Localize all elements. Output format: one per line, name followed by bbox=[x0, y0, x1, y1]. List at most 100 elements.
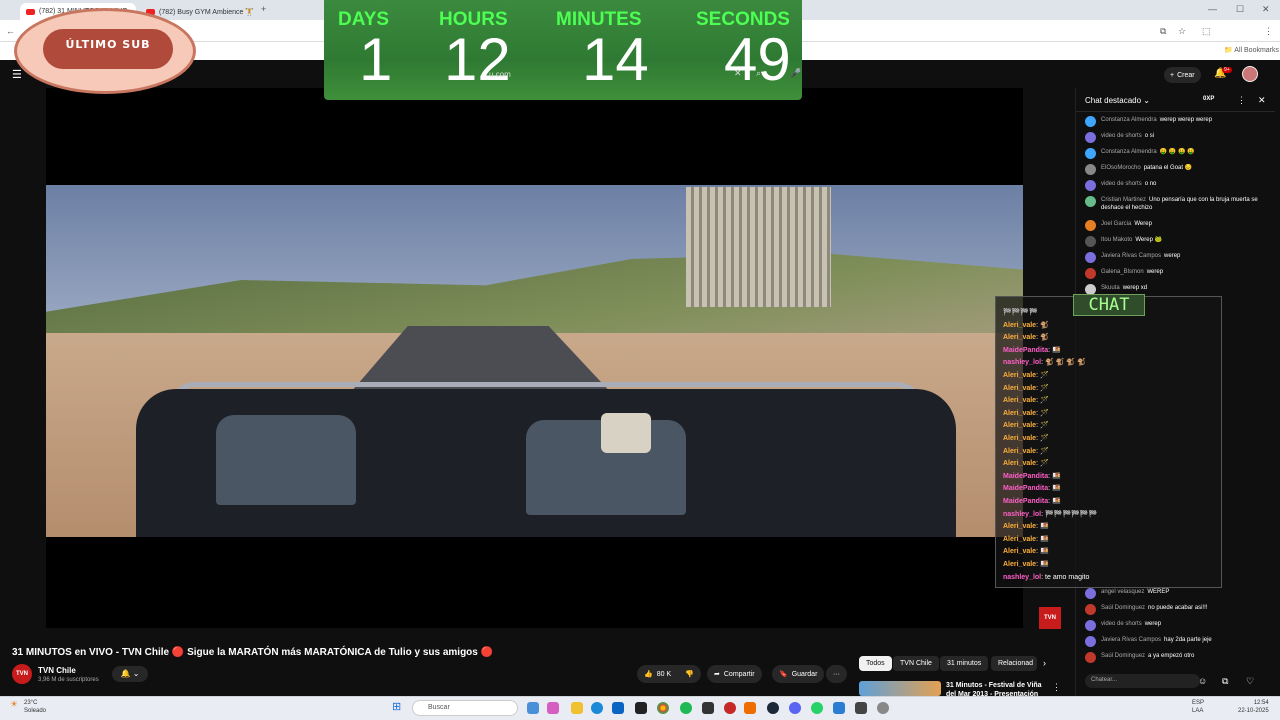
search-icon[interactable]: ⌕ bbox=[756, 68, 761, 79]
avatar[interactable] bbox=[1085, 652, 1096, 663]
chat-author[interactable]: Galena_Blsmon bbox=[1101, 269, 1144, 275]
clear-search-icon[interactable]: ✕ bbox=[734, 68, 742, 79]
close-icon[interactable]: ✕ bbox=[1258, 95, 1266, 106]
chat-author[interactable]: video de shorts bbox=[1101, 621, 1142, 627]
avatar[interactable] bbox=[1085, 196, 1096, 207]
copilot-icon[interactable] bbox=[547, 702, 559, 714]
steam-icon[interactable] bbox=[767, 702, 779, 714]
outlook-icon[interactable] bbox=[612, 702, 624, 714]
chat-author[interactable]: Itou Makoto bbox=[1101, 237, 1132, 243]
chevron-right-icon[interactable]: › bbox=[1043, 658, 1046, 668]
system-clock[interactable]: 12:54 22-10-2025 bbox=[1238, 699, 1269, 715]
chat-message[interactable]: Saúl Dominguez a ya empezó otro bbox=[1085, 652, 1270, 663]
avatar[interactable] bbox=[1085, 268, 1096, 279]
chat-message[interactable]: Javiera Rivas Campos werep bbox=[1085, 252, 1270, 263]
obs-icon[interactable] bbox=[724, 702, 736, 714]
avatar[interactable] bbox=[1085, 180, 1096, 191]
all-bookmarks-button[interactable]: 📁 All Bookmarks bbox=[1224, 46, 1279, 54]
star-icon[interactable]: ☆ bbox=[1178, 26, 1186, 37]
chat-message[interactable]: Itou Makoto Werep 🐸 bbox=[1085, 236, 1270, 247]
chat-message[interactable]: Joel Garcia Werep bbox=[1085, 220, 1270, 231]
chat-author[interactable]: Cristian Martinez bbox=[1101, 197, 1146, 203]
mic-icon[interactable]: 🎤 bbox=[790, 68, 801, 79]
extensions-icon[interactable]: ⬚ bbox=[1202, 26, 1211, 37]
terminal-icon[interactable] bbox=[702, 702, 714, 714]
chat-author[interactable]: ElOsoMorocho bbox=[1101, 165, 1141, 171]
avatar[interactable] bbox=[1085, 252, 1096, 263]
chat-input[interactable]: Chatear... bbox=[1085, 674, 1200, 688]
chat-author[interactable]: Saúl Dominguez bbox=[1101, 605, 1145, 611]
save-button[interactable]: 🔖 Guardar bbox=[772, 665, 825, 683]
chat-author[interactable]: Javiera Rivas Campos bbox=[1101, 637, 1161, 643]
maximize-icon[interactable]: ☐ bbox=[1236, 4, 1244, 15]
settings-icon[interactable] bbox=[877, 702, 889, 714]
taskbar-search[interactable]: Buscar bbox=[412, 700, 518, 716]
chat-message[interactable]: Constanza Almendra werep werep werep bbox=[1085, 116, 1270, 127]
subscription-bell-button[interactable]: 🔔 ⌄ bbox=[112, 666, 148, 682]
avatar[interactable] bbox=[1085, 148, 1096, 159]
discord-icon[interactable] bbox=[789, 702, 801, 714]
spotify-icon[interactable] bbox=[680, 702, 692, 714]
chip-related[interactable]: Relacionad bbox=[991, 656, 1037, 671]
chat-message[interactable]: video de shorts o no bbox=[1085, 180, 1270, 191]
avatar[interactable] bbox=[1085, 236, 1096, 247]
supers-icon[interactable]: ⧉ bbox=[1222, 676, 1228, 687]
file-explorer-icon[interactable] bbox=[571, 702, 583, 714]
avatar[interactable] bbox=[1085, 220, 1096, 231]
back-icon[interactable]: ← bbox=[6, 26, 15, 36]
chat-message[interactable]: video de shorts o si bbox=[1085, 132, 1270, 143]
xp-badge[interactable]: 0XP bbox=[1203, 96, 1214, 102]
avatar[interactable] bbox=[1085, 116, 1096, 127]
recommended-thumbnail[interactable] bbox=[859, 681, 941, 696]
chat-message[interactable]: ElOsoMorocho patana el Goat 😔 bbox=[1085, 164, 1270, 175]
avatar[interactable] bbox=[1085, 164, 1096, 175]
channel-avatar[interactable]: TVN bbox=[12, 664, 32, 684]
chat-message[interactable]: video de shorts werep bbox=[1085, 620, 1270, 631]
word-icon[interactable] bbox=[833, 702, 845, 714]
chat-author[interactable]: Skuuta bbox=[1101, 285, 1120, 291]
chat-author[interactable]: Saúl Dominguez bbox=[1101, 653, 1145, 659]
chat-mode-dropdown[interactable]: Chat destacado ⌄ bbox=[1085, 96, 1150, 105]
app-active-icon[interactable] bbox=[744, 702, 756, 714]
chat-author[interactable]: angel velasquez bbox=[1101, 589, 1144, 595]
chat-author[interactable]: Joel Garcia bbox=[1101, 221, 1131, 227]
chat-author[interactable]: Javiera Rivas Campos bbox=[1101, 253, 1161, 259]
start-menu-icon[interactable]: ⊞ bbox=[392, 700, 401, 713]
chat-message[interactable]: Galena_Blsmon werep bbox=[1085, 268, 1270, 279]
whatsapp-icon[interactable] bbox=[811, 702, 823, 714]
edge-icon[interactable] bbox=[591, 702, 603, 714]
emoji-icon[interactable]: ☺ bbox=[1198, 676, 1207, 686]
chat-message[interactable]: Saúl Dominguez no puede acabar asi!!! bbox=[1085, 604, 1270, 615]
more-icon[interactable]: ⋮ bbox=[1052, 682, 1061, 693]
language-indicator[interactable]: ESP LAA bbox=[1192, 699, 1204, 715]
more-icon[interactable]: ⋮ bbox=[1237, 95, 1246, 106]
new-tab-button[interactable]: + bbox=[261, 4, 266, 14]
hamburger-menu-icon[interactable]: ☰ bbox=[12, 68, 22, 81]
avatar[interactable] bbox=[1085, 604, 1096, 615]
chip-31-minutos[interactable]: 31 minutos bbox=[940, 656, 989, 671]
chrome-icon[interactable] bbox=[657, 702, 669, 714]
chip-all[interactable]: Todos bbox=[859, 656, 892, 671]
chat-author[interactable]: video de shorts bbox=[1101, 181, 1142, 187]
chat-message[interactable]: Cristian Martinez Uno pensaría que con la… bbox=[1085, 196, 1270, 212]
chat-author[interactable]: Constanza Almendra bbox=[1101, 117, 1157, 123]
chat-message[interactable]: angel velasquez WEREP bbox=[1085, 588, 1270, 599]
chat-author[interactable]: Constanza Almendra bbox=[1101, 149, 1157, 155]
close-window-icon[interactable]: ✕ bbox=[1262, 4, 1270, 15]
avatar[interactable] bbox=[1085, 588, 1096, 599]
thumbs-down-icon[interactable]: 👎 bbox=[685, 670, 694, 678]
weather-widget[interactable]: 23°C Soleado bbox=[24, 699, 46, 715]
install-icon[interactable]: ⧉ bbox=[1160, 26, 1166, 37]
avatar[interactable] bbox=[1085, 636, 1096, 647]
terminal-2-icon[interactable] bbox=[855, 702, 867, 714]
menu-icon[interactable]: ⋮ bbox=[1264, 26, 1273, 37]
minimize-icon[interactable]: — bbox=[1208, 4, 1217, 14]
avatar[interactable] bbox=[1085, 132, 1096, 143]
avatar[interactable] bbox=[1242, 66, 1258, 82]
share-button[interactable]: ➦ Compartir bbox=[707, 665, 762, 683]
chat-message[interactable]: Constanza Almendra 🤑 🤑 🤑 🤑 bbox=[1085, 148, 1270, 159]
channel-name[interactable]: TVN Chile bbox=[38, 666, 76, 675]
avatar[interactable] bbox=[1085, 620, 1096, 631]
like-button[interactable]: 👍 80 K 👎 bbox=[637, 665, 701, 683]
heart-icon[interactable]: ♡ bbox=[1246, 676, 1254, 687]
